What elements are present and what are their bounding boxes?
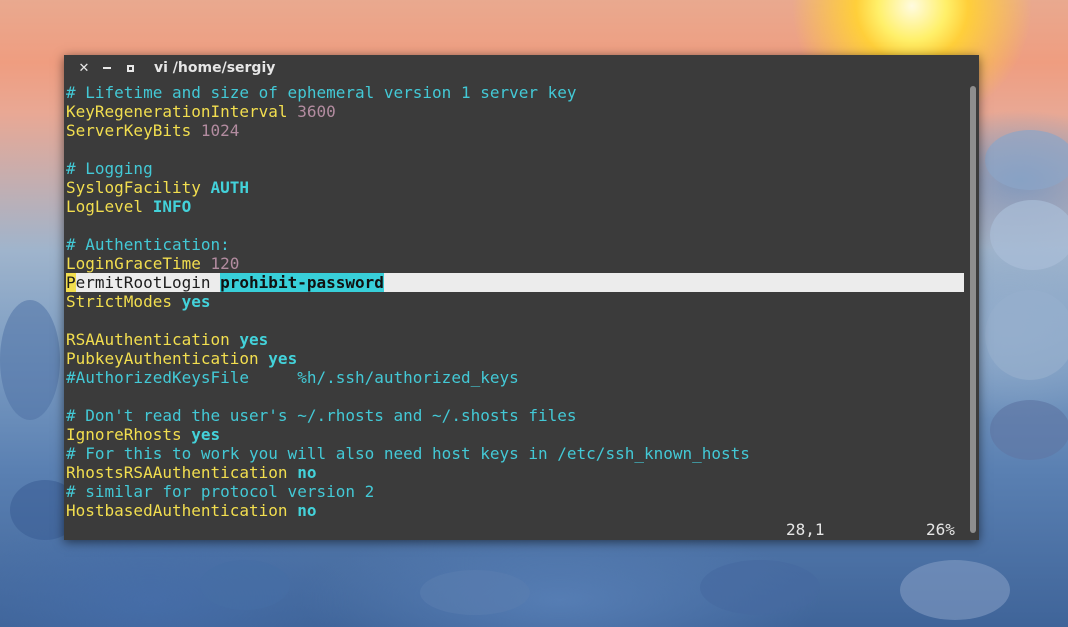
- editor-line[interactable]: # Don't read the user's ~/.rhosts and ~/…: [66, 406, 577, 425]
- editor-line[interactable]: # Lifetime and size of ephemeral version…: [66, 83, 577, 102]
- line-token: AUTH: [210, 178, 250, 197]
- line-token: [191, 121, 201, 140]
- maximize-icon: [126, 64, 134, 72]
- vi-editor-buffer[interactable]: # Lifetime and size of ephemeral version…: [66, 82, 966, 540]
- editor-line[interactable]: ServerKeyBits 1024: [66, 121, 239, 140]
- line-token: [288, 463, 298, 482]
- line-token: [182, 425, 192, 444]
- line-token: # Authentication:: [66, 235, 230, 254]
- cursor-position: 28,1: [786, 520, 825, 539]
- text-cursor: P: [66, 273, 76, 292]
- line-token: PubkeyAuthentication: [66, 349, 259, 368]
- line-token: 3600: [297, 102, 336, 121]
- line-token: yes: [239, 330, 269, 349]
- editor-line[interactable]: PubkeyAuthentication yes: [66, 349, 297, 368]
- line-token: LoginGraceTime: [66, 254, 201, 273]
- line-token: RSAAuthentication: [66, 330, 230, 349]
- close-button[interactable]: ✕: [75, 59, 93, 77]
- line-token: KeyRegenerationInterval: [66, 102, 288, 121]
- terminal-window[interactable]: ✕ vi /home/sergiy # Lifetime and size of…: [64, 55, 979, 540]
- editor-line[interactable]: # For this to work you will also need ho…: [66, 444, 750, 463]
- editor-line[interactable]: LogLevel INFO: [66, 197, 191, 216]
- editor-line[interactable]: RSAAuthentication yes: [66, 330, 268, 349]
- line-token: [143, 197, 153, 216]
- line-token: LogLevel: [66, 197, 144, 216]
- vertical-scrollbar[interactable]: [970, 86, 976, 538]
- line-token: [288, 102, 298, 121]
- line-token: HostbasedAuthentication: [66, 501, 288, 520]
- window-title: vi /home/sergiy: [154, 60, 276, 76]
- line-token: # Don't read the user's ~/.rhosts and ~/…: [66, 406, 577, 425]
- line-token: SyslogFacility: [66, 178, 201, 197]
- line-token: ermitRootLogin: [75, 273, 211, 292]
- minimize-button[interactable]: [98, 59, 116, 77]
- scroll-percent: 26%: [926, 520, 955, 539]
- minimize-icon: [103, 67, 111, 69]
- line-token: [211, 273, 221, 292]
- line-token: 1024: [200, 121, 240, 140]
- line-token: [230, 330, 240, 349]
- line-token: IgnoreRhosts: [66, 425, 182, 444]
- line-token: ServerKeyBits: [66, 121, 192, 140]
- line-token: [172, 292, 182, 311]
- editor-line[interactable]: HostbasedAuthentication no: [66, 501, 316, 520]
- line-token: prohibit-password: [220, 273, 384, 292]
- editor-line[interactable]: LoginGraceTime 120: [66, 254, 239, 273]
- editor-line[interactable]: # Logging: [66, 159, 153, 178]
- editor-line[interactable]: # similar for protocol version 2: [66, 482, 374, 501]
- editor-line[interactable]: SyslogFacility AUTH: [66, 178, 249, 197]
- editor-line[interactable]: StrictModes yes: [66, 292, 211, 311]
- line-token: [288, 501, 298, 520]
- line-token: no: [297, 501, 317, 520]
- line-token: [201, 254, 211, 273]
- line-token: #AuthorizedKeysFile %h/.ssh/authorized_k…: [66, 368, 519, 387]
- editor-line[interactable]: KeyRegenerationInterval 3600: [66, 102, 336, 121]
- line-token: # Logging: [66, 159, 153, 178]
- line-token: yes: [191, 425, 221, 444]
- line-token: 120: [210, 254, 240, 273]
- line-token: # For this to work you will also need ho…: [66, 444, 750, 463]
- line-token: # Lifetime and size of ephemeral version…: [66, 83, 577, 102]
- editor-line-current[interactable]: PermitRootLogin prohibit-password: [66, 273, 964, 292]
- line-token: [259, 349, 269, 368]
- editor-line[interactable]: # Authentication:: [66, 235, 230, 254]
- editor-line[interactable]: RhostsRSAAuthentication no: [66, 463, 316, 482]
- title-bar[interactable]: ✕ vi /home/sergiy: [64, 55, 979, 82]
- line-token: INFO: [152, 197, 192, 216]
- line-token: # similar for protocol version 2: [66, 482, 375, 501]
- line-token: no: [297, 463, 317, 482]
- editor-line[interactable]: #AuthorizedKeysFile %h/.ssh/authorized_k…: [66, 368, 519, 387]
- line-token: [201, 178, 211, 197]
- line-token: yes: [181, 292, 211, 311]
- close-icon: ✕: [78, 60, 90, 76]
- line-token: yes: [268, 349, 298, 368]
- scrollbar-thumb[interactable]: [970, 86, 976, 533]
- line-token: StrictModes: [66, 292, 172, 311]
- editor-line[interactable]: IgnoreRhosts yes: [66, 425, 220, 444]
- line-token: RhostsRSAAuthentication: [66, 463, 288, 482]
- maximize-button[interactable]: [121, 59, 139, 77]
